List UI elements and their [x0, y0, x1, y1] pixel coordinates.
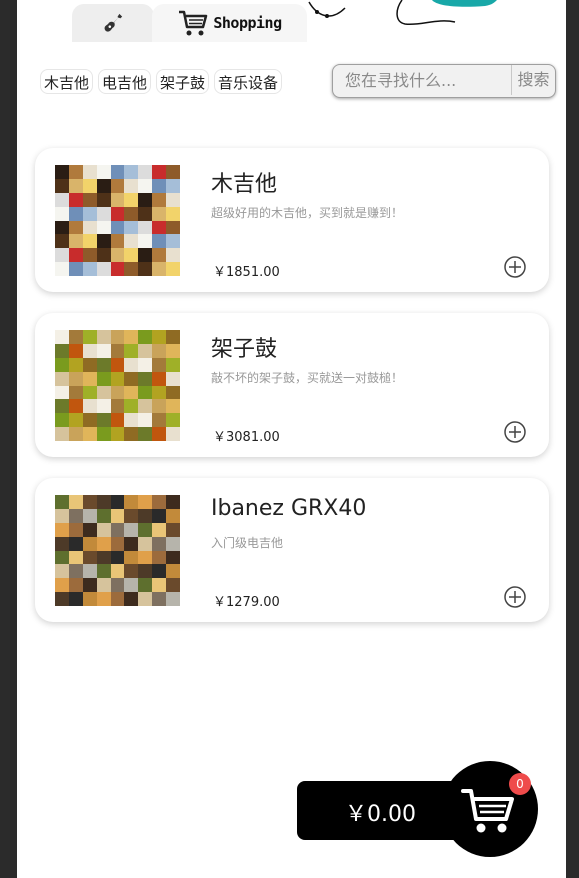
product-description: 敲不坏的架子鼓，买就送一对鼓槌！: [211, 371, 404, 385]
product-card[interactable]: 架子鼓 敲不坏的架子鼓，买就送一对鼓槌！ ￥3081.00: [35, 313, 549, 457]
add-to-cart-icon[interactable]: [504, 586, 526, 608]
search-input[interactable]: [333, 65, 512, 95]
category-drum-kit[interactable]: 架子鼓: [156, 69, 210, 94]
shopping-cart-icon: [179, 10, 208, 36]
product-image: [55, 330, 180, 441]
search-button[interactable]: 搜索: [512, 65, 555, 97]
product-name: Ibanez GRX40: [211, 496, 367, 521]
category-music-equipment[interactable]: 音乐设备: [214, 69, 283, 94]
header: Shopping: [17, 0, 566, 42]
product-name: 木吉他: [211, 172, 278, 197]
product-description: 入门级电吉他: [211, 536, 284, 550]
search-box: 搜索: [332, 64, 556, 98]
app-window: Shopping 木吉他 电吉他 架子鼓 音乐设备 搜索 木吉他 超级好用的木吉…: [17, 0, 566, 878]
product-image: [55, 165, 180, 276]
add-to-cart-icon[interactable]: [504, 256, 526, 278]
product-card[interactable]: Ibanez GRX40 入门级电吉他 ￥1279.00: [35, 478, 549, 622]
product-name: 架子鼓: [211, 337, 278, 362]
category-bar: 木吉他 电吉他 架子鼓 音乐设备: [40, 69, 283, 94]
product-description: 超级好用的木吉他，买到就是赚到！: [211, 206, 404, 220]
product-price: ￥3081.00: [213, 430, 280, 445]
product-card[interactable]: 木吉他 超级好用的木吉他，买到就是赚到！ ￥1851.00: [35, 148, 549, 292]
header-doodle-illustration: [308, 0, 497, 26]
tab-shopping[interactable]: Shopping: [152, 4, 307, 42]
tab-shopping-label: Shopping: [213, 14, 282, 32]
product-price: ￥1279.00: [213, 595, 280, 610]
category-electric-guitar[interactable]: 电吉他: [98, 69, 152, 94]
product-price: ￥1851.00: [213, 265, 280, 280]
guitar-icon: [104, 13, 123, 32]
cart-count-badge: 0: [509, 773, 531, 795]
category-acoustic-guitar[interactable]: 木吉他: [40, 69, 94, 94]
add-to-cart-icon[interactable]: [504, 421, 526, 443]
tab-guitar[interactable]: [72, 4, 154, 42]
cart-icon: [461, 789, 514, 833]
cart-total: ￥0.00: [345, 802, 416, 827]
product-image: [55, 495, 180, 606]
